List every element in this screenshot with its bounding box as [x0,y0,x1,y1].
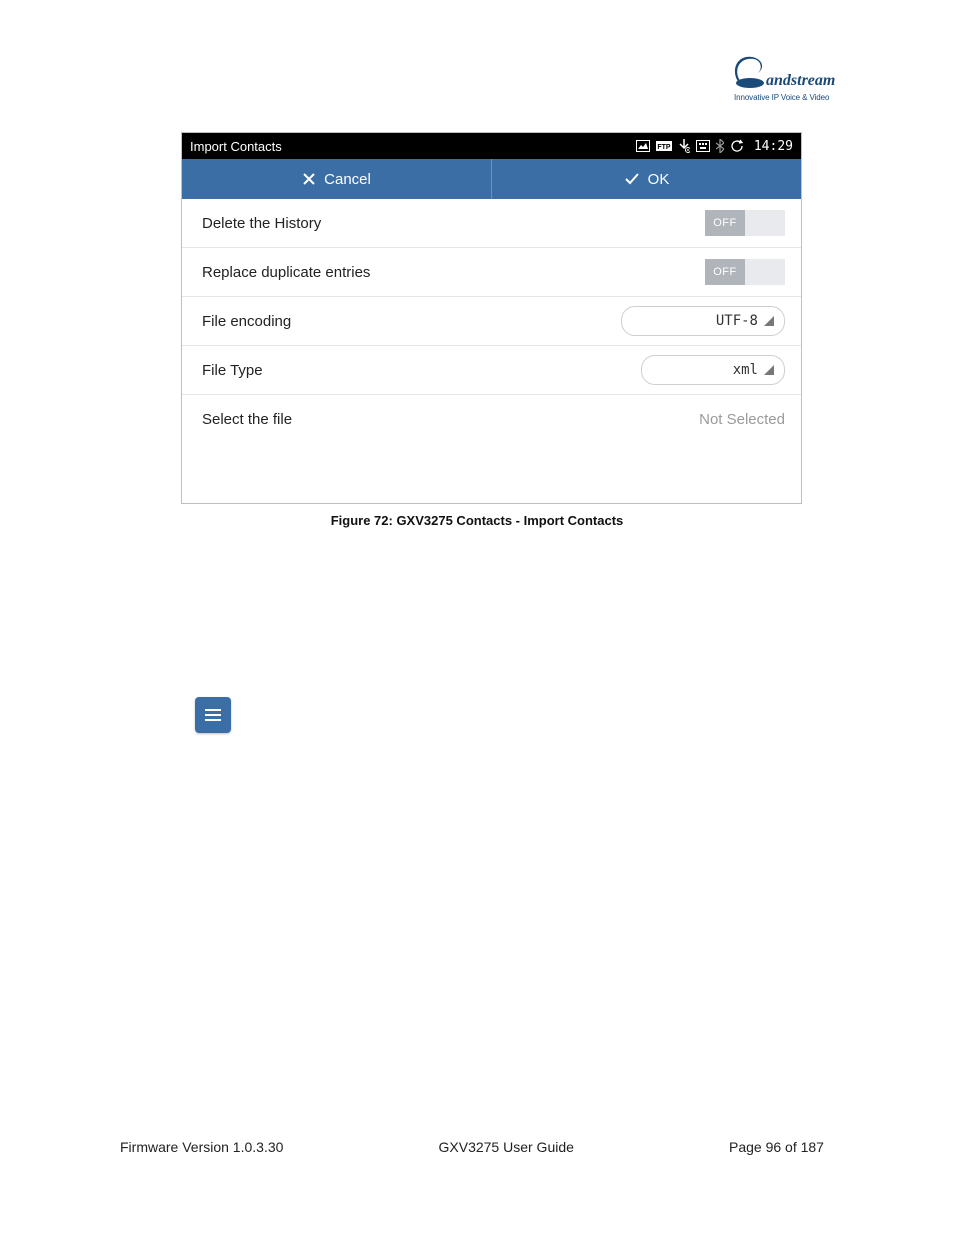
check-icon [624,172,640,186]
toggle-knob [745,210,785,236]
footer-page-number: Page 96 of 187 [729,1139,824,1155]
footer-guide-title: GXV3275 User Guide [439,1139,574,1155]
page-footer: Firmware Version 1.0.3.30 GXV3275 User G… [0,1139,954,1155]
file-encoding-label: File encoding [202,313,621,330]
delete-history-label: Delete the History [202,215,705,232]
ok-button[interactable]: OK [492,159,801,199]
svg-text:andstream: andstream [766,72,835,89]
toggle-knob [745,259,785,285]
screen-title: Import Contacts [190,139,636,154]
download-icon [678,139,690,153]
brand-logo: andstream Innovative IP Voice & Video [734,55,844,102]
brand-tagline: Innovative IP Voice & Video [734,93,844,102]
figure-caption: Figure 72: GXV3275 Contacts - Import Con… [0,513,954,528]
delete-history-toggle[interactable]: OFF [705,210,785,236]
filler [182,443,801,503]
row-delete-history: Delete the History OFF [182,199,801,248]
status-time: 14:29 [754,139,793,154]
action-bar: Cancel OK [182,159,801,199]
replace-duplicate-toggle[interactable]: OFF [705,259,785,285]
sync-icon [730,139,744,153]
bluetooth-icon [716,139,724,153]
picture-icon [636,140,650,152]
cancel-button[interactable]: Cancel [182,159,492,199]
hamburger-icon [204,708,222,722]
replace-duplicate-label: Replace duplicate entries [202,264,705,281]
dropdown-triangle-icon [764,316,774,326]
close-icon [302,172,316,186]
select-file-label: Select the file [202,411,699,428]
row-file-encoding: File encoding UTF-8 [182,297,801,346]
dropdown-triangle-icon [764,365,774,375]
menu-icon-button[interactable] [195,697,231,733]
device-screenshot: Import Contacts FTP 14:29 Cancel OK Dele… [181,132,802,504]
svg-text:FTP: FTP [657,144,671,151]
row-file-type: File Type xml [182,346,801,395]
status-bar: Import Contacts FTP 14:29 [182,133,801,159]
row-replace-duplicate: Replace duplicate entries OFF [182,248,801,297]
cancel-label: Cancel [324,171,371,188]
keyboard-icon [696,140,710,152]
select-file-value: Not Selected [699,411,785,428]
ftp-icon: FTP [656,141,672,151]
file-type-spinner[interactable]: xml [641,355,785,385]
file-encoding-spinner[interactable]: UTF-8 [621,306,785,336]
row-select-file[interactable]: Select the file Not Selected [182,395,801,443]
status-icons: FTP 14:29 [636,139,793,154]
ok-label: OK [648,171,670,188]
file-type-label: File Type [202,362,641,379]
footer-firmware: Firmware Version 1.0.3.30 [120,1139,283,1155]
